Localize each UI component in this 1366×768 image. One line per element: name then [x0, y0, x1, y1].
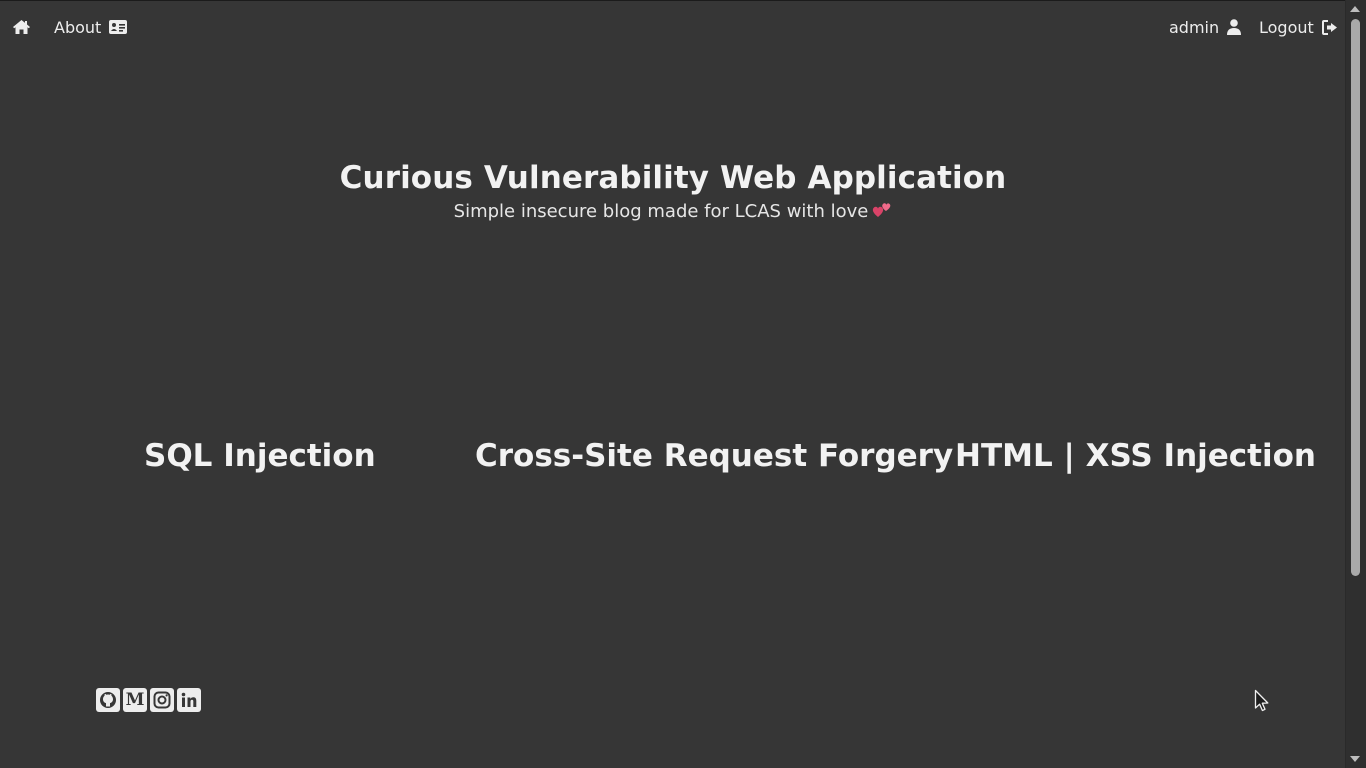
user-label: admin [1169, 17, 1220, 37]
scroll-up-arrow-icon[interactable] [1350, 6, 1360, 12]
id-card-icon [109, 20, 128, 34]
medium-icon[interactable]: M [123, 688, 147, 712]
mouse-cursor-icon [1254, 689, 1270, 717]
logout-link[interactable]: Logout [1259, 17, 1338, 37]
vertical-scrollbar[interactable] [1345, 0, 1366, 768]
two-hearts-icon [872, 201, 892, 224]
category-sql-injection[interactable]: SQL Injection [144, 438, 376, 474]
instagram-icon[interactable] [150, 688, 174, 712]
page-title: Curious Vulnerability Web Application [339, 160, 1007, 196]
logout-label: Logout [1259, 17, 1314, 37]
page: About admin Logout Curious Vulnerability… [0, 0, 1346, 768]
about-link[interactable]: About [54, 17, 128, 37]
about-label: About [54, 17, 102, 37]
github-icon[interactable] [96, 688, 120, 712]
linkedin-icon[interactable] [177, 688, 201, 712]
user-icon [1227, 19, 1242, 35]
social-links: M [96, 688, 201, 712]
home-link[interactable] [12, 17, 31, 37]
home-icon [12, 19, 31, 35]
navbar: About admin Logout [0, 0, 1346, 54]
page-subtitle: Simple insecure blog made for LCAS with … [0, 201, 1346, 224]
subtitle-text: Simple insecure blog made for LCAS with … [453, 201, 869, 222]
sign-out-icon [1321, 19, 1338, 35]
scroll-down-arrow-icon[interactable] [1350, 756, 1360, 762]
category-html-xss-injection[interactable]: HTML | XSS Injection [955, 438, 1316, 474]
user-link[interactable]: admin [1169, 17, 1242, 37]
medium-glyph: M [125, 689, 145, 710]
scrollbar-thumb[interactable] [1351, 19, 1360, 576]
category-csrf[interactable]: Cross-Site Request Forgery [475, 438, 953, 474]
